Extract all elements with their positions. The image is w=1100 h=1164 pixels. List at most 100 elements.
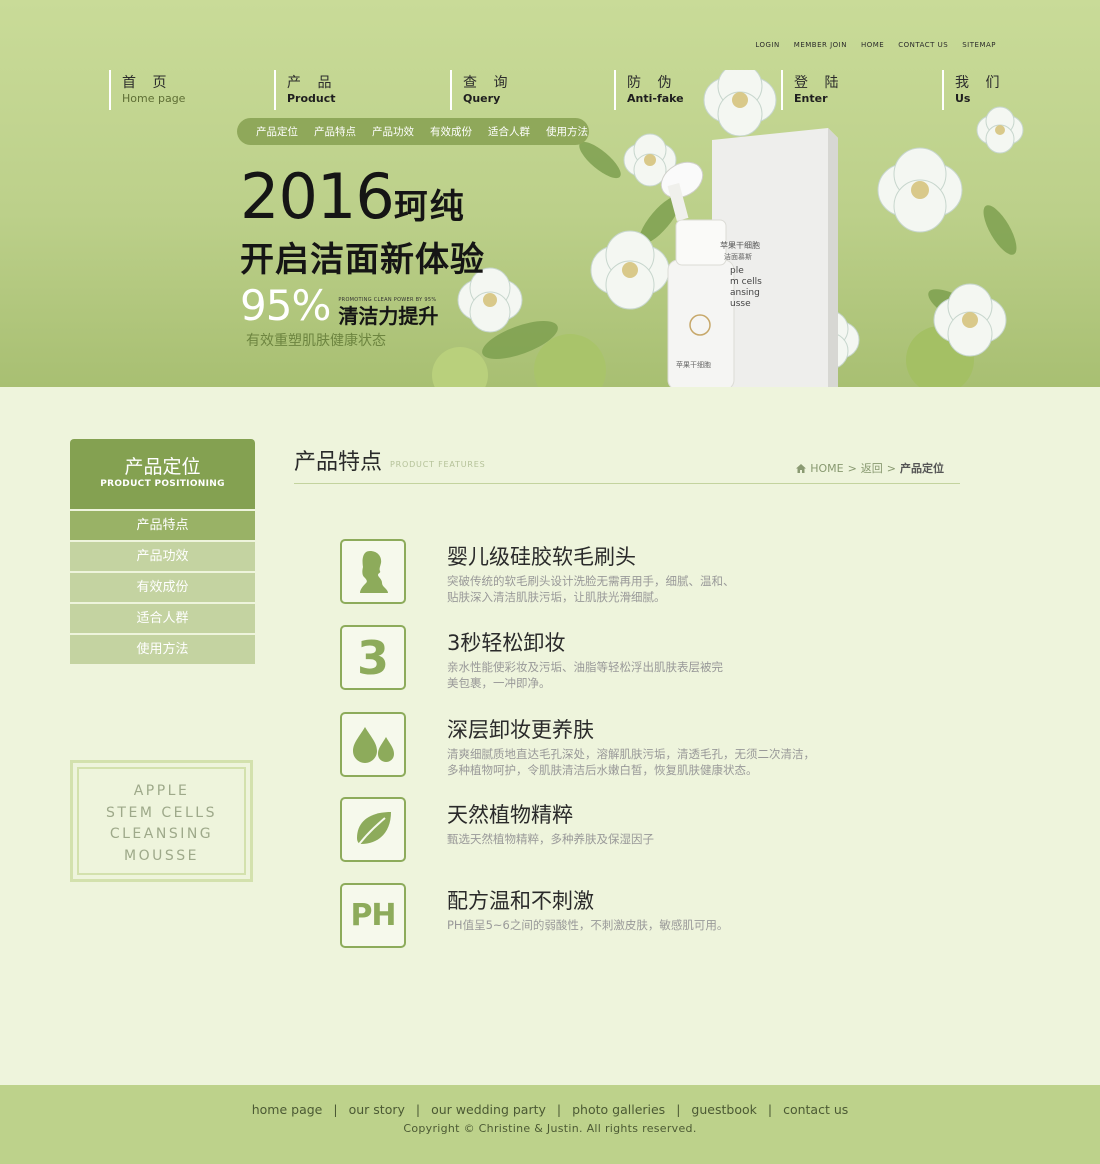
nav-us[interactable]: 我 们 Us (942, 70, 1005, 110)
box-label-en3: ansing (730, 288, 760, 298)
breadcrumb-current: 产品定位 (900, 462, 944, 475)
subnav-features[interactable]: 产品特点 (314, 124, 356, 139)
nav-home-en: Home page (122, 92, 186, 105)
feature-description-line: 美包裹，一冲即净。 (447, 676, 551, 690)
sidebar-item-suitable-people[interactable]: 适合人群 (70, 604, 255, 633)
nav-product[interactable]: 产 品 Product (274, 70, 337, 110)
sidebar-title-cn: 产品定位 (124, 456, 201, 478)
feature-item: 婴儿级硅胶软毛刷头 突破传统的软毛刷头设计洗脸无需再用手，细腻、温和、 贴肤深入… (340, 539, 960, 605)
top-links: LOGIN MEMBER JOIN HOME CONTACT US SITEMA… (755, 41, 996, 49)
subnav-usage[interactable]: 使用方法 (546, 124, 588, 139)
sidebar-item-ingredients[interactable]: 有效成份 (70, 573, 255, 602)
page-subtitle: PRODUCT FEATURES (390, 460, 486, 469)
footer-link-photo-galleries[interactable]: photo galleries (572, 1102, 665, 1117)
page-title: 产品特点 (294, 450, 383, 475)
number-3-glyph: 3 (356, 630, 389, 685)
headline-line2: 开启洁面新体验 (240, 240, 485, 280)
home-icon (796, 463, 807, 473)
feature-description-line: 亲水性能使彩妆及污垢、油脂等轻松浮出肌肤表层被完 (447, 660, 723, 674)
feature-title: 深层卸妆更养肤 (447, 718, 594, 742)
feature-description: 甄选天然植物精粹，多种养肤及保湿因子 (447, 831, 847, 847)
sidebar-item-effects[interactable]: 产品功效 (70, 542, 255, 571)
silhouette-icon (340, 539, 406, 604)
ph-icon: PH (340, 883, 406, 948)
promo-chinese: 清洁力提升 (338, 304, 439, 328)
bottle-label: 苹果干细胞 (676, 361, 711, 369)
product-name-line: MOUSSE (124, 847, 199, 864)
leaf-icon (340, 797, 406, 862)
nav-product-en: Product (287, 92, 336, 105)
product-name-line: STEM CELLS (106, 804, 217, 821)
headline-line3: 95% PROMOTING CLEAN POWER BY 95% 清洁力提升 (240, 281, 485, 330)
breadcrumb: HOME > 返回 > 产品定位 (796, 460, 944, 476)
headline-year: 2016 (240, 160, 395, 233)
feature-description: 亲水性能使彩妆及污垢、油脂等轻松浮出肌肤表层被完 美包裹，一冲即净。 (447, 659, 847, 691)
nav-anti-fake[interactable]: 防 伪 Anti-fake (614, 70, 684, 110)
subnav-positioning[interactable]: 产品定位 (256, 124, 298, 139)
footer-link-wedding-party[interactable]: our wedding party (431, 1102, 546, 1117)
breadcrumb-home[interactable]: HOME (810, 462, 843, 475)
footer-link-contact-us[interactable]: contact us (783, 1102, 848, 1117)
footer-separator: | (415, 1102, 421, 1117)
banner-headline: 2016珂纯 开启洁面新体验 95% PROMOTING CLEAN POWER… (240, 160, 485, 350)
footer-separator: | (767, 1102, 773, 1117)
feature-description: 突破传统的软毛刷头设计洗脸无需再用手，细腻、温和、 贴肤深入清洁肌肤污垢，让肌肤… (447, 573, 847, 605)
headline-promo: PROMOTING CLEAN POWER BY 95% 清洁力提升 (338, 297, 438, 328)
feature-item: 天然植物精粹 甄选天然植物精粹，多种养肤及保湿因子 (340, 797, 960, 863)
product-subnav: 产品定位 产品特点 产品功效 有效成份 适合人群 使用方法 (237, 118, 589, 145)
nav-query-cn: 查 询 (463, 75, 514, 91)
product-name-box: APPLE STEM CELLS CLEANSING MOUSSE (70, 760, 253, 882)
footer-link-guestbook[interactable]: guestbook (691, 1102, 756, 1117)
feature-description: PH值呈5~6之间的弱酸性，不刺激皮肤，敏感肌可用。 (447, 917, 847, 933)
subnav-ingredients[interactable]: 有效成份 (430, 124, 472, 139)
headline-percent: 95% (240, 281, 331, 330)
sidebar-header: 产品定位 PRODUCT POSITIONING (70, 439, 255, 509)
feature-description-line: 清爽细腻质地直达毛孔深处，溶解肌肤污垢，清透毛孔，无须二次清洁， (447, 747, 815, 761)
nav-us-cn: 我 们 (955, 75, 1006, 91)
feature-description-line: 贴肤深入清洁肌肤污垢，让肌肤光滑细腻。 (447, 590, 666, 604)
member-join-link[interactable]: MEMBER JOIN (794, 41, 847, 49)
breadcrumb-separator: > (847, 461, 857, 475)
promo-english: PROMOTING CLEAN POWER BY 95% (338, 297, 437, 303)
nav-us-en: Us (955, 92, 971, 105)
sidebar-item-features[interactable]: 产品特点 (70, 511, 255, 540)
box-label-en2: m cells (730, 277, 762, 287)
feature-description: 清爽细腻质地直达毛孔深处，溶解肌肤污垢，清透毛孔，无须二次清洁， 多种植物呵护，… (447, 746, 847, 778)
nav-enter-en: Enter (794, 92, 828, 105)
product-name-line: APPLE (133, 783, 190, 799)
login-link[interactable]: LOGIN (755, 41, 779, 49)
subnav-effects[interactable]: 产品功效 (372, 124, 414, 139)
feature-title: 配方温和不刺激 (447, 889, 594, 913)
nav-query[interactable]: 查 询 Query (450, 70, 513, 110)
feature-item: 3 3秒轻松卸妆 亲水性能使彩妆及污垢、油脂等轻松浮出肌肤表层被完 美包裹，一冲… (340, 625, 960, 691)
product-name-line: CLEANSING (109, 826, 214, 842)
water-drops-icon (340, 712, 406, 777)
feature-description-line: PH值呈5~6之间的弱酸性，不刺激皮肤，敏感肌可用。 (447, 918, 729, 932)
sidebar-item-usage[interactable]: 使用方法 (70, 635, 255, 664)
nav-enter-cn: 登 陆 (794, 75, 845, 91)
sitemap-link[interactable]: SITEMAP (962, 41, 996, 49)
copyright: Copyright © Christine & Justin. All righ… (403, 1122, 697, 1135)
banner: LOGIN MEMBER JOIN HOME CONTACT US SITEMA… (0, 0, 1100, 387)
product-name-box-inner: APPLE STEM CELLS CLEANSING MOUSSE (77, 767, 246, 875)
nav-anti-fake-en: Anti-fake (627, 92, 684, 105)
main-nav: 首 页 Home page 产 品 Product 查 询 Query 防 伪 … (0, 70, 1100, 110)
footer-links: home page | our story | our wedding part… (0, 1102, 1100, 1117)
contact-us-link[interactable]: CONTACT US (898, 41, 948, 49)
home-link[interactable]: HOME (861, 41, 884, 49)
footer-separator: | (676, 1102, 681, 1117)
headline-tagline: 有效重塑肌肤健康状态 (246, 333, 386, 349)
footer-link-our-story[interactable]: our story (349, 1102, 405, 1117)
feature-title: 婴儿级硅胶软毛刷头 (447, 545, 636, 569)
footer-link-home-page[interactable]: home page (252, 1102, 323, 1117)
headline-brand: 珂纯 (393, 187, 466, 227)
breadcrumb-back[interactable]: 返回 (861, 460, 883, 476)
nav-enter[interactable]: 登 陆 Enter (781, 70, 844, 110)
feature-description-line: 突破传统的软毛刷头设计洗脸无需再用手，细腻、温和、 (447, 574, 735, 588)
subnav-suitable-people[interactable]: 适合人群 (488, 124, 530, 139)
ph-glyph: PH (350, 898, 396, 933)
nav-home-cn: 首 页 (122, 75, 173, 91)
headline-year-line: 2016珂纯 (240, 160, 485, 244)
footer-separator: | (556, 1102, 562, 1117)
nav-home[interactable]: 首 页 Home page (109, 70, 185, 110)
